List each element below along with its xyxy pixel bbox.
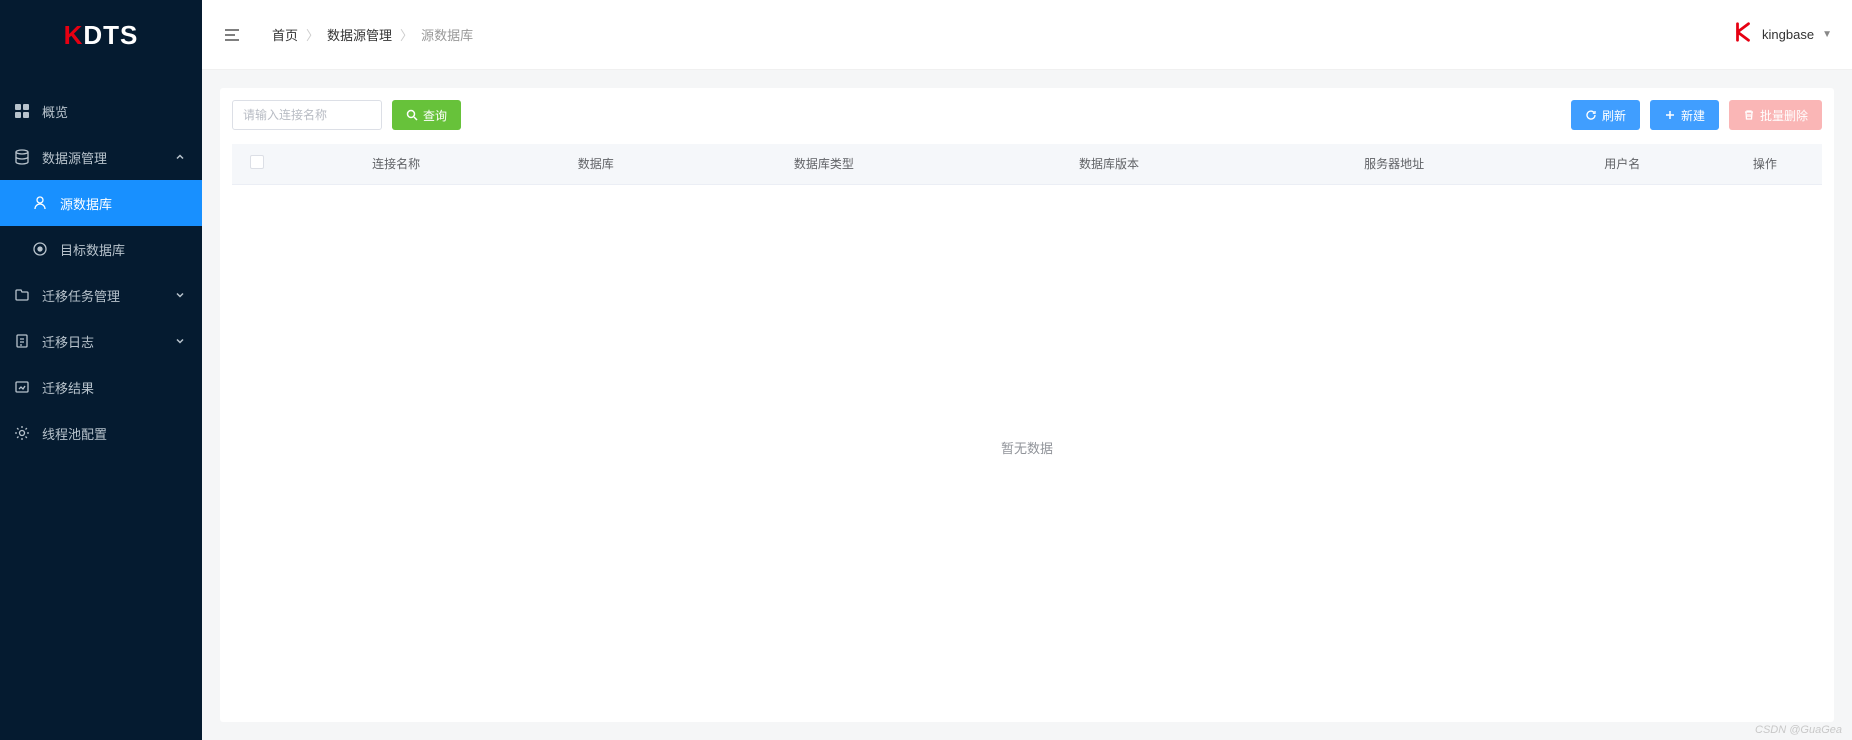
- user-logo-icon: [1732, 21, 1754, 49]
- col-database: 数据库: [510, 144, 681, 184]
- breadcrumb-home[interactable]: 首页: [272, 25, 298, 44]
- col-db-type: 数据库类型: [681, 144, 966, 184]
- chevron-down-icon: [174, 289, 186, 301]
- table-wrap: 连接名称 数据库 数据库类型 数据库版本 服务器地址 用户名 操作 暂无数据: [220, 144, 1834, 722]
- logo-rest: DTS: [83, 20, 138, 51]
- result-icon: [14, 379, 30, 395]
- plus-icon: [1664, 109, 1676, 121]
- nav-label: 线程池配置: [42, 424, 186, 443]
- data-table: 连接名称 数据库 数据库类型 数据库版本 服务器地址 用户名 操作: [232, 144, 1822, 185]
- nav-label: 数据源管理: [42, 148, 174, 167]
- header-checkbox-col: [232, 144, 282, 184]
- trash-icon: [1743, 109, 1755, 121]
- user-name: kingbase: [1762, 27, 1814, 42]
- content-area: 查询 刷新 新建: [202, 70, 1852, 740]
- nav-item-migration-result[interactable]: 迁移结果: [0, 364, 202, 410]
- button-label: 批量删除: [1760, 107, 1808, 124]
- nav-label: 概览: [42, 102, 186, 121]
- user-menu[interactable]: kingbase ▼: [1732, 21, 1832, 49]
- main-area: 首页 〉 数据源管理 〉 源数据库 kingbase ▼: [202, 0, 1852, 740]
- document-icon: [14, 333, 30, 349]
- watermark: CSDN @GuaGea: [1755, 724, 1842, 736]
- refresh-button[interactable]: 刷新: [1571, 100, 1640, 130]
- nav-label: 迁移任务管理: [42, 286, 174, 305]
- col-username: 用户名: [1537, 144, 1708, 184]
- nav-label: 迁移结果: [42, 378, 186, 397]
- col-connection-name: 连接名称: [282, 144, 510, 184]
- gear-icon: [14, 425, 30, 441]
- select-all-checkbox[interactable]: [250, 155, 264, 169]
- nav-subitem-source-db[interactable]: 源数据库: [0, 180, 202, 226]
- topbar: 首页 〉 数据源管理 〉 源数据库 kingbase ▼: [202, 0, 1852, 70]
- caret-down-icon: ▼: [1822, 29, 1832, 40]
- sidebar: KDTS 概览 数据源管理: [0, 0, 202, 740]
- button-label: 新建: [1681, 107, 1705, 124]
- folder-icon: [14, 287, 30, 303]
- source-db-icon: [32, 195, 48, 211]
- panel: 查询 刷新 新建: [220, 88, 1834, 722]
- target-db-icon: [32, 241, 48, 257]
- nav-label: 目标数据库: [60, 240, 186, 259]
- search-icon: [406, 109, 418, 121]
- nav-item-overview[interactable]: 概览: [0, 88, 202, 134]
- button-label: 查询: [423, 107, 447, 124]
- bulk-delete-button[interactable]: 批量删除: [1729, 100, 1822, 130]
- logo-prefix: K: [64, 20, 84, 51]
- table-empty-state: 暂无数据: [232, 185, 1822, 711]
- create-button[interactable]: 新建: [1650, 100, 1719, 130]
- chevron-up-icon: [174, 151, 186, 163]
- refresh-icon: [1585, 109, 1597, 121]
- database-icon: [14, 149, 30, 165]
- empty-text: 暂无数据: [1001, 438, 1053, 457]
- nav-item-migration-task[interactable]: 迁移任务管理: [0, 272, 202, 318]
- nav-subitem-target-db[interactable]: 目标数据库: [0, 226, 202, 272]
- nav-label: 迁移日志: [42, 332, 174, 351]
- nav-label: 源数据库: [60, 194, 186, 213]
- main-nav: 概览 数据源管理 源数据库: [0, 70, 202, 740]
- app-logo: KDTS: [0, 0, 202, 70]
- hamburger-icon[interactable]: [222, 25, 242, 45]
- toolbar: 查询 刷新 新建: [220, 88, 1834, 144]
- nav-item-migration-log[interactable]: 迁移日志: [0, 318, 202, 364]
- breadcrumb-sep-icon: 〉: [306, 25, 319, 44]
- col-actions: 操作: [1708, 144, 1822, 184]
- breadcrumb-datasource[interactable]: 数据源管理: [327, 25, 392, 44]
- col-server-address: 服务器地址: [1252, 144, 1537, 184]
- breadcrumb-sep-icon: 〉: [400, 25, 413, 44]
- col-db-version: 数据库版本: [966, 144, 1251, 184]
- breadcrumb: 首页 〉 数据源管理 〉 源数据库: [272, 25, 1732, 44]
- query-button[interactable]: 查询: [392, 100, 461, 130]
- nav-item-thread-pool[interactable]: 线程池配置: [0, 410, 202, 456]
- button-label: 刷新: [1602, 107, 1626, 124]
- nav-item-datasource[interactable]: 数据源管理: [0, 134, 202, 180]
- search-input[interactable]: [232, 100, 382, 130]
- table-header-row: 连接名称 数据库 数据库类型 数据库版本 服务器地址 用户名 操作: [232, 144, 1822, 184]
- breadcrumb-current: 源数据库: [421, 25, 473, 44]
- nav-sub-datasource: 源数据库 目标数据库: [0, 180, 202, 272]
- chevron-down-icon: [174, 335, 186, 347]
- grid-icon: [14, 103, 30, 119]
